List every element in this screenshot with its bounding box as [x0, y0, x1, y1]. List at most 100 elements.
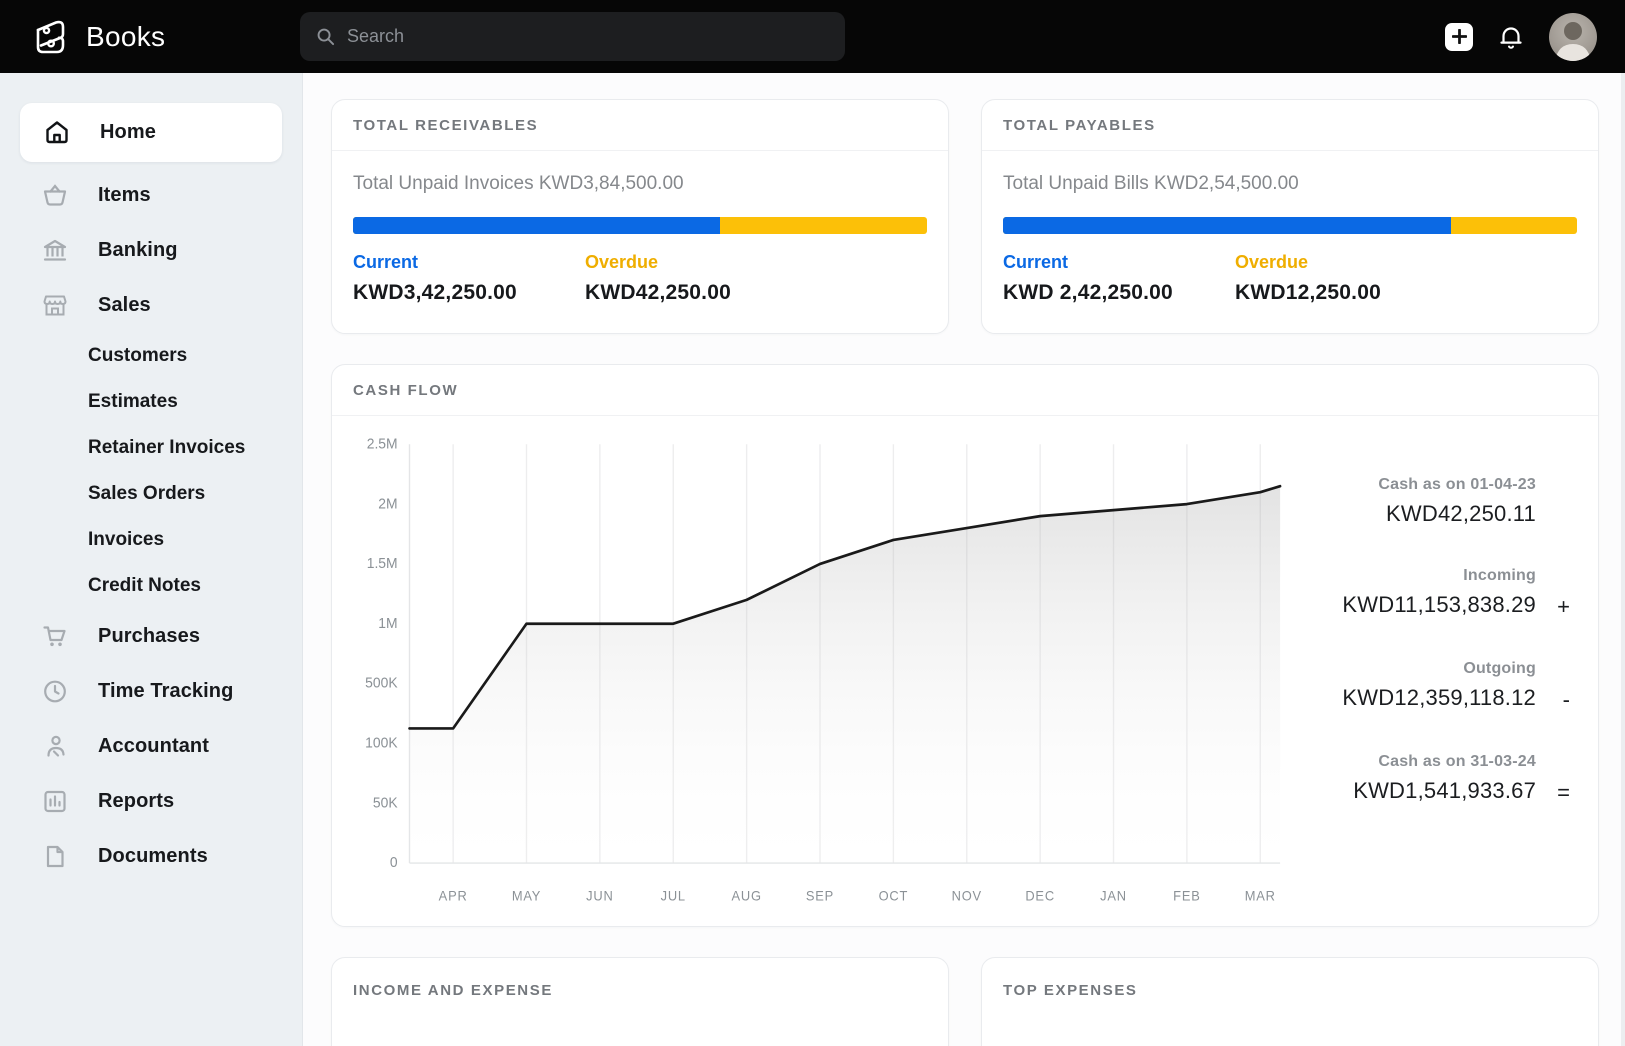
svg-text:JUL: JUL — [661, 888, 686, 903]
card-body — [982, 1015, 1598, 1046]
bell-icon[interactable] — [1499, 24, 1523, 50]
cash-summary-text: Outgoing KWD12,359,118.12 — [1342, 660, 1536, 711]
sidebar-item-label: Purchases — [98, 625, 201, 647]
search-icon — [316, 27, 335, 46]
svg-text:2M: 2M — [378, 496, 397, 512]
card-header: TOTAL PAYABLES — [982, 100, 1598, 151]
cash-flow-card: CASH FLOW 2.5M 2M 1.5M 1M 500K 100K 50K 0 APR MAY… — [331, 364, 1599, 927]
svg-text:JAN: JAN — [1100, 888, 1127, 903]
svg-text:OCT: OCT — [879, 888, 909, 903]
sidebar-item-home[interactable]: Home — [20, 103, 282, 162]
bank-icon — [42, 237, 68, 264]
card-header: CASH FLOW — [332, 365, 1598, 416]
brand[interactable]: Books — [30, 17, 300, 57]
sidebar-subitem-label: Invoices — [88, 529, 165, 550]
app-title: Books — [86, 20, 166, 52]
top-expenses-card: TOP EXPENSES — [981, 957, 1599, 1046]
overdue-stat: Overdue KWD42,250.00 — [585, 252, 817, 305]
search-input[interactable] — [347, 26, 829, 47]
sidebar-item-label: Items — [98, 184, 151, 206]
svg-text:1M: 1M — [378, 616, 397, 632]
svg-text:2.5M: 2.5M — [367, 436, 398, 452]
cart-icon — [42, 623, 68, 650]
search-box[interactable] — [300, 12, 845, 61]
cash-summary-text: Cash as on 01-04-23 KWD42,250.11 — [1378, 476, 1536, 527]
home-icon — [44, 119, 70, 146]
svg-text:MAR: MAR — [1245, 888, 1276, 903]
cash-summary-label: Outgoing — [1463, 660, 1536, 677]
cash-summary-row: Incoming KWD11,153,838.29 + — [1292, 567, 1570, 620]
sidebar-subitem-credit-notes[interactable]: Credit Notes — [0, 563, 302, 609]
overdue-stat: Overdue KWD12,250.00 — [1235, 252, 1467, 305]
card-title: TOP EXPENSES — [1003, 982, 1138, 999]
sidebar-subitem-sales-orders[interactable]: Sales Orders — [0, 471, 302, 517]
summary-cards-row: TOTAL RECEIVABLES Total Unpaid Invoices … — [331, 99, 1599, 334]
current-label: Current — [353, 252, 419, 272]
sidebar-subitem-label: Estimates — [88, 391, 178, 412]
total-payables-card: TOTAL PAYABLES Total Unpaid Bills KWD2,5… — [981, 99, 1599, 334]
main-content: TOTAL RECEIVABLES Total Unpaid Invoices … — [303, 73, 1625, 1046]
person-icon — [42, 733, 68, 760]
sidebar-subitem-retainer-invoices[interactable]: Retainer Invoices — [0, 425, 302, 471]
sidebar-item-accountant[interactable]: Accountant — [10, 719, 292, 774]
sidebar-item-sales[interactable]: Sales — [10, 278, 292, 333]
current-stat: Current KWD3,42,250.00 — [353, 252, 585, 305]
card-body: Total Unpaid Bills KWD2,54,500.00 Curren… — [982, 151, 1598, 333]
sidebar-subitem-customers[interactable]: Customers — [0, 333, 302, 379]
overdue-value: KWD12,250.00 — [1235, 281, 1381, 304]
income-and-expense-card: INCOME AND EXPENSE — [331, 957, 949, 1046]
payables-stats: Current KWD 2,42,250.00 Overdue KWD12,25… — [1003, 252, 1577, 305]
card-title: CASH FLOW — [353, 382, 459, 399]
svg-text:APR: APR — [439, 888, 468, 903]
sidebar-item-label: Reports — [98, 790, 175, 812]
sidebar-item-reports[interactable]: Reports — [10, 774, 292, 829]
cash-summary-label: Cash as on 01-04-23 — [1378, 476, 1536, 493]
payables-current-segment — [1003, 217, 1451, 234]
bar-chart-icon — [42, 788, 68, 815]
basket-icon — [42, 182, 68, 209]
sidebar-item-banking[interactable]: Banking — [10, 223, 292, 278]
cash-summary-text: Incoming KWD11,153,838.29 — [1342, 567, 1536, 618]
card-title: TOTAL PAYABLES — [1003, 117, 1156, 134]
sidebar-item-time-tracking[interactable]: Time Tracking — [10, 664, 292, 719]
sidebar-item-documents[interactable]: Documents — [10, 829, 292, 884]
svg-text:JUN: JUN — [586, 888, 613, 903]
svg-text:50K: 50K — [373, 795, 398, 811]
avatar[interactable] — [1549, 12, 1597, 61]
svg-text:0: 0 — [390, 855, 398, 871]
cash-summary-operator: - — [1562, 687, 1570, 712]
svg-text:NOV: NOV — [952, 888, 982, 903]
clock-icon — [42, 678, 68, 705]
sidebar-item-label: Banking — [98, 239, 178, 261]
sidebar-nav-list: Home Items Banking Sales Customers Estimates R… — [0, 103, 302, 884]
card-title: TOTAL RECEIVABLES — [353, 117, 539, 134]
svg-text:1.5M: 1.5M — [367, 556, 398, 572]
cash-summary-operator: = — [1557, 780, 1570, 805]
cash-summary-operator — [1536, 476, 1570, 503]
cash-summary-value: KWD12,359,118.12 — [1342, 685, 1536, 710]
cash-flow-line-chart: 2.5M 2M 1.5M 1M 500K 100K 50K 0 APR MAY JUN JUL AUG S… — [365, 436, 1282, 903]
cash-summary-row: Cash as on 31-03-24 KWD1,541,933.67 = — [1292, 753, 1570, 806]
topbar: Books — [0, 0, 1625, 73]
current-value: KWD 2,42,250.00 — [1003, 281, 1173, 304]
sidebar-subitem-estimates[interactable]: Estimates — [0, 379, 302, 425]
plus-button[interactable] — [1445, 22, 1473, 51]
card-title: INCOME AND EXPENSE — [353, 982, 553, 999]
cash-summary-row: Outgoing KWD12,359,118.12 - — [1292, 660, 1570, 713]
store-icon — [42, 292, 68, 319]
sidebar-subitem-label: Sales Orders — [88, 483, 206, 504]
receivables-stats: Current KWD3,42,250.00 Overdue KWD42,250… — [353, 252, 927, 305]
sidebar-subitem-invoices[interactable]: Invoices — [0, 517, 302, 563]
books-logo-icon — [30, 17, 70, 57]
svg-text:MAY: MAY — [512, 888, 541, 903]
sidebar-item-items[interactable]: Items — [10, 168, 292, 223]
sidebar-item-purchases[interactable]: Purchases — [10, 609, 292, 664]
cash-summary-row: Cash as on 01-04-23 KWD42,250.11 — [1292, 476, 1570, 527]
svg-text:DEC: DEC — [1025, 888, 1055, 903]
scrollbar-track[interactable] — [1621, 73, 1625, 1046]
overdue-label: Overdue — [585, 252, 659, 272]
card-header: INCOME AND EXPENSE — [332, 958, 948, 1015]
sidebar-item-label: Time Tracking — [98, 680, 234, 702]
cash-summary-value: KWD1,541,933.67 — [1353, 778, 1536, 803]
sidebar-item-label: Sales — [98, 294, 151, 316]
